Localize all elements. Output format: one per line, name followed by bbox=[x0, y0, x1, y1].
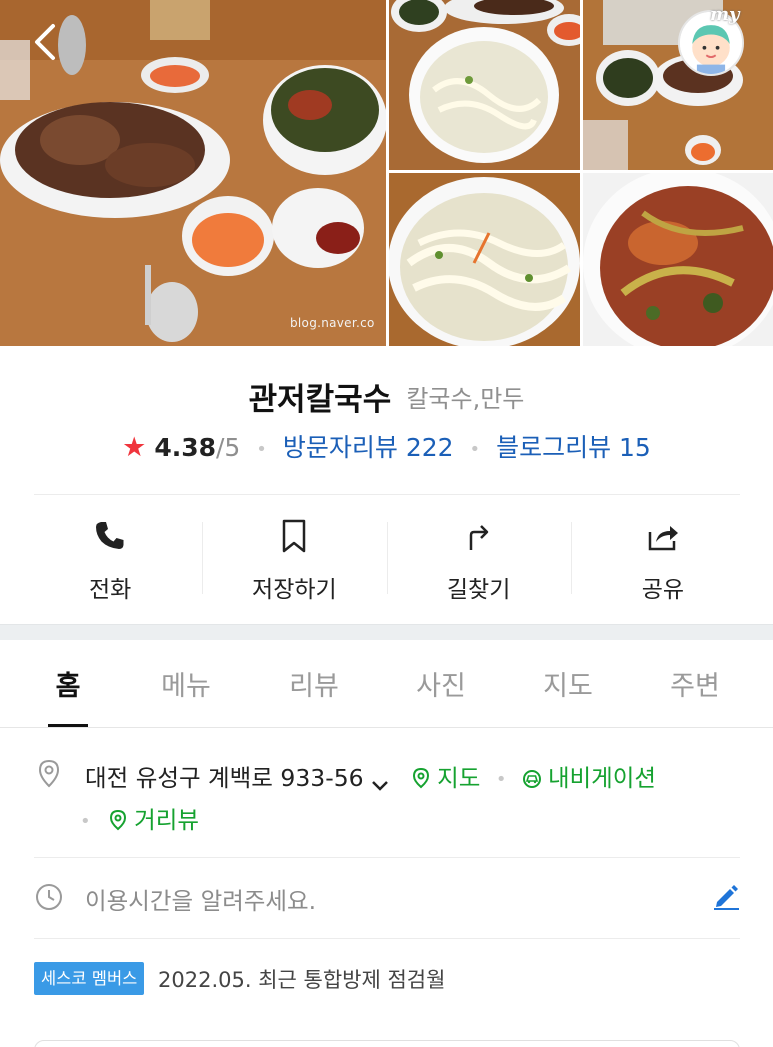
streetview-link-label: 거리뷰 bbox=[134, 806, 199, 834]
photo-watermark: blog.naver.co bbox=[290, 316, 375, 330]
tab-bar: 홈 메뉴 리뷰 사진 지도 주변 bbox=[0, 640, 773, 728]
bookmark-icon bbox=[276, 518, 312, 554]
streetview-pin-icon bbox=[110, 809, 127, 831]
clock-icon bbox=[34, 882, 64, 912]
kimchi-photo[interactable] bbox=[583, 173, 773, 346]
share-button[interactable]: 공유 bbox=[570, 510, 755, 605]
back-arrow-icon bbox=[35, 24, 55, 60]
place-name: 관저칼국수 bbox=[248, 382, 392, 418]
location-pin-icon bbox=[34, 758, 64, 788]
address-row: 대전 유성구 계백로 933-56 지도 • 내비게이션 bbox=[85, 759, 656, 793]
noodle-bowl-photo[interactable] bbox=[389, 173, 580, 346]
streetview-link[interactable]: 거리뷰 bbox=[108, 806, 199, 834]
share-label: 공유 bbox=[641, 577, 685, 603]
phone-icon bbox=[92, 518, 128, 554]
save-label: 저장하기 bbox=[252, 577, 337, 603]
separator-dot: • bbox=[495, 769, 507, 790]
noodle-soup-photo[interactable] bbox=[389, 0, 580, 170]
place-category: 칼국수,만두 bbox=[406, 385, 525, 413]
address-row-2: • 거리뷰 bbox=[80, 801, 199, 835]
divider bbox=[34, 494, 740, 495]
chevron-down-icon[interactable] bbox=[370, 772, 390, 791]
tab-home[interactable]: 홈 bbox=[28, 664, 108, 703]
call-label: 전화 bbox=[88, 577, 132, 603]
tab-photos[interactable]: 사진 bbox=[401, 664, 481, 703]
car-icon bbox=[522, 770, 541, 788]
directions-button[interactable]: 길찾기 bbox=[386, 510, 571, 605]
rating-row: ★ 4.38/5 • 방문자리뷰 222 • 블로그리뷰 15 bbox=[0, 428, 773, 464]
separator-dot: • bbox=[80, 811, 91, 832]
tab-nearby[interactable]: 주변 bbox=[655, 664, 735, 703]
table-spread-photo[interactable] bbox=[583, 0, 773, 170]
rating-value: 4.38 bbox=[154, 433, 216, 462]
divider bbox=[34, 938, 740, 939]
edit-pencil-icon[interactable] bbox=[711, 881, 741, 911]
address-text[interactable]: 대전 유성구 계백로 933-56 bbox=[85, 764, 364, 792]
blog-reviews-link[interactable]: 블로그리뷰 15 bbox=[496, 433, 651, 462]
place-title-row: 관저칼국수 칼국수,만두 bbox=[0, 374, 773, 419]
directions-icon bbox=[461, 518, 497, 554]
section-separator bbox=[0, 624, 773, 640]
map-link[interactable]: 지도 bbox=[411, 764, 480, 792]
visitor-reviews-link[interactable]: 방문자리뷰 222 bbox=[283, 433, 454, 462]
separator-dot: • bbox=[469, 438, 481, 460]
share-icon bbox=[645, 518, 681, 554]
separator-dot: • bbox=[256, 438, 267, 460]
tab-reviews[interactable]: 리뷰 bbox=[274, 664, 354, 703]
call-button[interactable]: 전화 bbox=[18, 510, 202, 605]
cesco-members-badge: 세스코 멤버스 bbox=[34, 962, 145, 995]
hours-prompt[interactable]: 이용시간을 알려주세요. bbox=[85, 882, 316, 916]
save-button[interactable]: 저장하기 bbox=[202, 510, 386, 605]
map-link-label: 지도 bbox=[437, 764, 481, 792]
divider bbox=[34, 857, 740, 858]
action-bar: 전화 저장하기 길찾기 공유 bbox=[18, 510, 755, 605]
navigation-link-label: 내비게이션 bbox=[547, 764, 657, 792]
photo-gallery[interactable]: blog.naver.co my bbox=[0, 0, 773, 346]
my-label: my bbox=[710, 4, 740, 25]
map-pin-icon bbox=[413, 767, 430, 789]
directions-label: 길찾기 bbox=[446, 577, 511, 603]
active-tab-indicator bbox=[48, 724, 88, 727]
tab-menu[interactable]: 메뉴 bbox=[146, 664, 226, 703]
tab-map[interactable]: 지도 bbox=[528, 664, 608, 703]
back-button[interactable] bbox=[26, 20, 66, 64]
inspection-date-text: 2022.05. 최근 통합방제 점검월 bbox=[158, 968, 446, 992]
star-icon: ★ bbox=[122, 432, 147, 463]
next-section-card bbox=[34, 1040, 740, 1047]
navigation-link[interactable]: 내비게이션 bbox=[522, 764, 656, 792]
rating-max: /5 bbox=[216, 433, 241, 462]
